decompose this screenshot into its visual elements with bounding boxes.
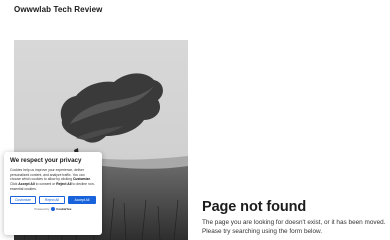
cookie-text-reject: Reject All <box>56 182 72 187</box>
site-title[interactable]: Owwwlab Tech Review <box>14 5 102 14</box>
not-found-section: Page not found The page you are looking … <box>202 198 390 236</box>
cookie-button-row: Customize Reject All Accept All <box>10 195 96 204</box>
page-title: Page not found <box>202 199 307 215</box>
customize-button[interactable]: Customize <box>10 195 36 204</box>
cookieyes-name: CookieYes <box>56 206 72 211</box>
cookieyes-logo[interactable]: CookieYes <box>51 206 72 211</box>
reject-all-button[interactable]: Reject All <box>39 195 65 204</box>
cookie-consent-banner: We respect your privacy Cookies help us … <box>4 152 102 235</box>
cookieyes-icon <box>51 206 56 211</box>
accept-all-button[interactable]: Accept All <box>68 195 96 204</box>
cookie-banner-text: Cookies help us improve your experience,… <box>10 168 96 192</box>
cookie-text-customize: Customize <box>72 177 91 182</box>
cookie-text-accept: Accept All <box>18 182 35 187</box>
powered-by: Powered by CookieYes <box>10 206 96 211</box>
site-header: Owwwlab Tech Review <box>0 0 390 24</box>
not-found-message: The page you are looking for doesn't exi… <box>202 219 386 235</box>
cookie-text-part: to consent or <box>34 182 57 187</box>
powered-by-label: Powered by <box>34 206 50 211</box>
cookie-banner-title: We respect your privacy <box>10 157 82 164</box>
